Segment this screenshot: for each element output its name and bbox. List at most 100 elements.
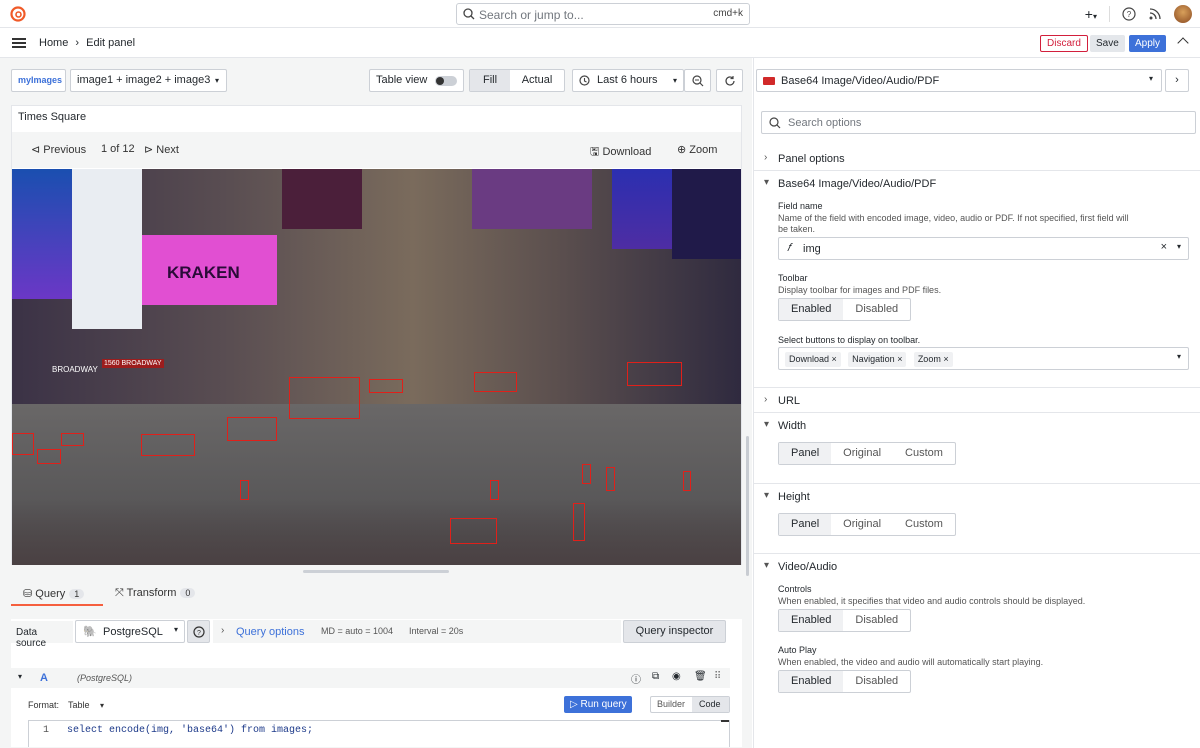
table-view-toggle[interactable]: Table view xyxy=(369,69,464,92)
postgresql-icon: 🐘 xyxy=(83,626,97,638)
query-ref-id[interactable]: A xyxy=(40,672,48,684)
discard-button[interactable]: Discard xyxy=(1040,35,1088,52)
code-editor[interactable]: 1 select encode(img, 'base64') from imag… xyxy=(28,720,730,747)
width-title[interactable]: Width xyxy=(778,420,806,432)
series-select[interactable]: image1 + image2 + image3 ▾ xyxy=(70,69,227,92)
chevron-down-icon[interactable]: ▾ xyxy=(764,490,769,501)
detection-box xyxy=(240,480,249,500)
fill-button[interactable]: Fill xyxy=(470,70,510,91)
download-icon: 🖫 xyxy=(590,146,600,158)
nav-bar: Home › Edit panel xyxy=(0,28,1200,58)
menu-icon[interactable] xyxy=(12,38,26,48)
autoplay-disabled-option[interactable]: Disabled xyxy=(843,671,910,692)
video-audio-title[interactable]: Video/Audio xyxy=(778,561,837,573)
shortcut-hint: cmd+k xyxy=(713,8,743,19)
search-options-placeholder: Search options xyxy=(788,117,862,129)
refresh-button[interactable] xyxy=(716,69,743,92)
new-menu-button[interactable]: +▾ xyxy=(1085,6,1097,22)
toolbar-buttons-label: Select buttons to display on toolbar. xyxy=(778,335,921,345)
help-icon[interactable]: ? xyxy=(1122,7,1136,21)
viz-picker[interactable]: Base64 Image/Video/Audio/PDF ▾ xyxy=(756,69,1162,92)
query-options-link[interactable]: Query options xyxy=(236,626,304,638)
time-range-picker[interactable]: Last 6 hours ▾ xyxy=(572,69,684,92)
query-inspector-button[interactable]: Query inspector xyxy=(623,620,726,643)
height-original-option[interactable]: Original xyxy=(831,514,893,535)
width-section: ▾ Width Panel Original Custom xyxy=(754,413,1200,484)
toolbar-disabled-option[interactable]: Disabled xyxy=(843,299,910,320)
url-section[interactable]: › URL xyxy=(754,388,1200,413)
datasource-help-button[interactable]: ? xyxy=(187,620,210,643)
remove-icon[interactable]: × xyxy=(897,354,902,364)
breadcrumb: Home › Edit panel xyxy=(39,37,139,49)
chevron-down-icon[interactable]: ▾ xyxy=(764,177,769,188)
resize-handle[interactable] xyxy=(303,570,449,573)
save-button[interactable]: Save xyxy=(1090,35,1125,52)
field-name-select[interactable]: 𝑓 img × ▾ xyxy=(778,237,1189,260)
database-icon: ⛁ xyxy=(23,588,33,600)
download-button[interactable]: 🖫 Download xyxy=(590,143,651,162)
run-query-button[interactable]: ▷ Run query xyxy=(564,696,632,713)
function-icon: 𝑓 xyxy=(787,242,791,254)
play-icon: ▷ xyxy=(570,699,578,710)
user-avatar[interactable] xyxy=(1174,5,1192,23)
remove-icon[interactable]: × xyxy=(832,354,837,364)
height-panel-option[interactable]: Panel xyxy=(779,514,832,535)
next-button[interactable]: ⊳ Next xyxy=(144,143,179,156)
toolbar-radio: Enabled Disabled xyxy=(778,298,912,321)
chevron-down-icon[interactable]: ▾ xyxy=(18,672,22,681)
width-original-option[interactable]: Original xyxy=(831,443,893,464)
toolbar-buttons-select[interactable]: Download × Navigation × Zoom × ▾ xyxy=(778,347,1189,370)
viz-next-button[interactable]: › xyxy=(1165,69,1189,92)
query-editor: Data source 🐘 PostgreSQL ▾ ? › Query optio… xyxy=(11,619,742,747)
plugin-options-title[interactable]: Base64 Image/Video/Audio/PDF xyxy=(778,178,936,190)
trash-icon[interactable]: 🗑 xyxy=(694,671,707,682)
actual-button[interactable]: Actual xyxy=(510,70,564,91)
active-tab-indicator xyxy=(11,604,103,606)
grafana-logo-icon[interactable] xyxy=(10,6,26,22)
zoom-button[interactable]: ⊕ Zoom xyxy=(677,143,717,156)
code-mode-button[interactable]: Code xyxy=(692,697,729,712)
datasource-picker[interactable]: 🐘 PostgreSQL ▾ xyxy=(75,620,185,643)
format-select[interactable]: Table ▾ xyxy=(68,700,104,710)
field-name-label: Field name xyxy=(778,201,823,211)
query-tabs: ⛁ Query 1 ⤧ Transform 0 xyxy=(11,584,742,608)
autoplay-enabled-option[interactable]: Enabled xyxy=(779,671,844,692)
help-icon[interactable]: ⓘ xyxy=(631,671,641,686)
chevron-down-icon[interactable]: ▾ xyxy=(764,419,769,430)
width-panel-option[interactable]: Panel xyxy=(779,443,832,464)
format-label: Format: xyxy=(28,700,60,710)
zoom-out-button[interactable] xyxy=(684,69,711,92)
remove-icon[interactable]: × xyxy=(943,354,948,364)
chevron-down-icon[interactable]: ▾ xyxy=(764,560,769,571)
height-custom-option[interactable]: Custom xyxy=(893,514,955,535)
apply-button[interactable]: Apply xyxy=(1129,35,1167,52)
news-feed-icon[interactable] xyxy=(1148,7,1162,21)
panel-options-section[interactable]: › Panel options xyxy=(754,146,1200,171)
builder-mode-button[interactable]: Builder xyxy=(657,697,685,712)
toolbar-enabled-option[interactable]: Enabled xyxy=(779,299,844,320)
autoplay-description: When enabled, the video and audio will a… xyxy=(778,657,1044,667)
toggle-switch[interactable] xyxy=(435,76,457,86)
breadcrumb-home[interactable]: Home xyxy=(39,37,68,49)
controls-disabled-option[interactable]: Disabled xyxy=(843,610,910,631)
eye-icon[interactable]: ◉ xyxy=(672,671,681,682)
viz-name: Base64 Image/Video/Audio/PDF xyxy=(781,75,940,87)
chevron-down-icon: ▾ xyxy=(672,76,677,85)
clear-icon[interactable]: × xyxy=(1161,241,1167,253)
datasource-tag[interactable]: myImages xyxy=(11,69,66,92)
query-row-header: ▾ A (PostgreSQL) ⓘ ⧉ ◉ 🗑 ⠿ xyxy=(11,668,730,688)
controls-enabled-option[interactable]: Enabled xyxy=(779,610,844,631)
drag-handle-icon[interactable]: ⠿ xyxy=(714,671,721,682)
controls-label: Controls xyxy=(778,584,812,594)
height-title[interactable]: Height xyxy=(778,491,810,503)
width-custom-option[interactable]: Custom xyxy=(893,443,955,464)
duplicate-icon[interactable]: ⧉ xyxy=(652,671,659,682)
search-options-input[interactable]: Search options xyxy=(761,111,1196,134)
detection-box xyxy=(37,449,61,464)
previous-button[interactable]: ⊲ Previous xyxy=(31,143,86,156)
global-search-input[interactable]: Search or jump to... cmd+k xyxy=(456,3,750,25)
tab-transform[interactable]: ⤧ Transform 0 xyxy=(115,587,196,600)
tab-transform-label: Transform xyxy=(126,587,177,599)
tab-query[interactable]: ⛁ Query 1 xyxy=(23,587,85,600)
scrollbar[interactable] xyxy=(746,436,749,576)
